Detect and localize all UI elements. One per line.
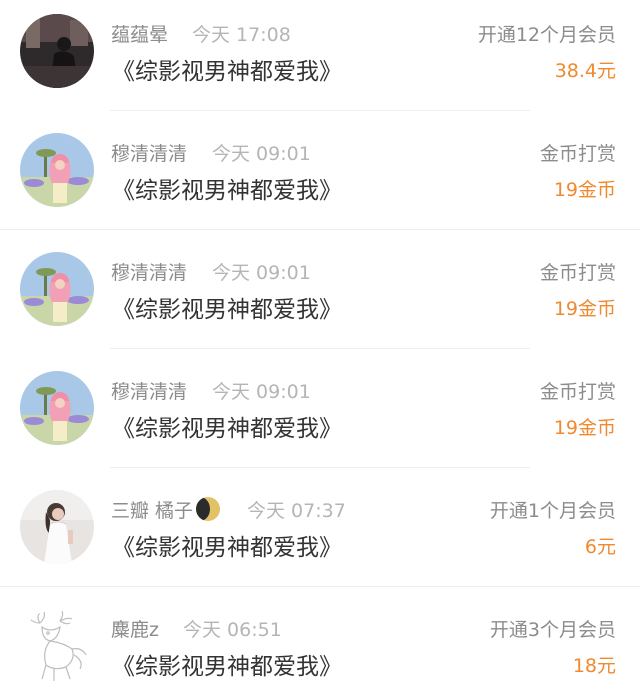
- book-title[interactable]: 《综影视男神都爱我》: [112, 647, 342, 681]
- book-title[interactable]: 《综影视男神都爱我》: [112, 528, 342, 562]
- list-item[interactable]: 穆清清清 今天 09:01 《综影视男神都爱我》 金币打赏 19金币: [0, 357, 640, 476]
- username[interactable]: 三瓣 橘子: [111, 496, 221, 523]
- purchase-type: 金币打赏: [539, 381, 616, 403]
- pink-hair-girl-avatar: [20, 371, 94, 445]
- book-title[interactable]: 《综影视男神都爱我》: [112, 409, 342, 443]
- purchase-amount: 19金币: [553, 179, 616, 201]
- book-title[interactable]: 《综影视男神都爱我》: [112, 52, 342, 86]
- purchase-type: 开通3个月会员: [489, 619, 616, 641]
- timestamp: 今天 09:01: [212, 143, 311, 165]
- timestamp: 今天 09:01: [212, 262, 311, 284]
- divider: [110, 110, 530, 111]
- list-item[interactable]: 穆清清清 今天 09:01 《综影视男神都爱我》 金币打赏 19金币: [0, 119, 640, 238]
- purchase-type: 金币打赏: [539, 262, 616, 284]
- purchase-type: 金币打赏: [539, 143, 616, 165]
- divider: [0, 229, 640, 230]
- avatar[interactable]: [20, 14, 94, 88]
- purchase-amount: 38.4元: [554, 60, 616, 82]
- avatar[interactable]: [20, 252, 94, 326]
- purchase-type: 开通12个月会员: [477, 24, 616, 46]
- username[interactable]: 穆清清清: [111, 377, 187, 404]
- divider: [110, 348, 530, 349]
- book-title[interactable]: 《综影视男神都爱我》: [112, 290, 342, 324]
- order-list: 蕴蕴晕 今天 17:08 《综影视男神都爱我》 开通12个月会员 38.4元 穆…: [0, 0, 640, 700]
- avatar[interactable]: [20, 490, 94, 564]
- timestamp: 今天 07:37: [247, 500, 346, 522]
- pink-hair-girl-avatar: [20, 133, 94, 207]
- divider: [110, 467, 530, 468]
- white-dress-girl-avatar: [20, 490, 94, 564]
- username-text[interactable]: 三瓣 橘子: [111, 500, 193, 522]
- avatar[interactable]: [20, 609, 94, 683]
- list-item[interactable]: 蕴蕴晕 今天 17:08 《综影视男神都爱我》 开通12个月会员 38.4元: [0, 0, 640, 119]
- timestamp: 今天 06:51: [183, 619, 282, 641]
- timestamp: 今天 17:08: [192, 24, 291, 46]
- moon-icon: [196, 497, 221, 521]
- list-item[interactable]: 三瓣 橘子 今天 07:37 《综影视男神都爱我》 开通1个月会员 6元: [0, 476, 640, 595]
- list-item[interactable]: 麋鹿z 今天 06:51 《综影视男神都爱我》 开通3个月会员 18元: [0, 595, 640, 700]
- username[interactable]: 蕴蕴晕: [111, 20, 168, 47]
- purchase-amount: 6元: [584, 536, 616, 558]
- purchase-amount: 19金币: [553, 298, 616, 320]
- username[interactable]: 穆清清清: [111, 139, 187, 166]
- timestamp: 今天 09:01: [212, 381, 311, 403]
- dark-portrait-avatar: [20, 14, 94, 88]
- divider: [0, 586, 640, 587]
- pink-hair-girl-avatar: [20, 252, 94, 326]
- deer-sketch-avatar: [20, 609, 94, 683]
- avatar[interactable]: [20, 371, 94, 445]
- avatar[interactable]: [20, 133, 94, 207]
- purchase-type: 开通1个月会员: [489, 500, 616, 522]
- username[interactable]: 麋鹿z: [111, 615, 159, 642]
- purchase-amount: 18元: [572, 655, 616, 677]
- purchase-amount: 19金币: [553, 417, 616, 439]
- username[interactable]: 穆清清清: [111, 258, 187, 285]
- list-item[interactable]: 穆清清清 今天 09:01 《综影视男神都爱我》 金币打赏 19金币: [0, 238, 640, 357]
- book-title[interactable]: 《综影视男神都爱我》: [112, 171, 342, 205]
